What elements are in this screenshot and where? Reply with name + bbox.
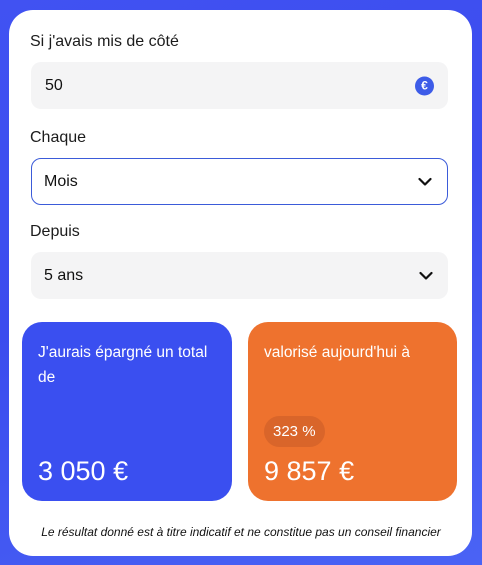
growth-percent-badge: 323 % [264,416,325,447]
duration-select[interactable]: 5 ans [31,252,448,299]
saved-total-amount: 3 050 € [38,456,129,486]
valued-total-amount: 9 857 € [264,456,355,486]
chevron-down-icon [418,177,432,186]
duration-value: 5 ans [44,266,84,284]
saved-total-card: J'aurais épargné un total de 3 050 € [22,322,232,501]
amount-label: Si j'avais mis de côté [30,33,179,50]
frequency-value: Mois [44,172,78,190]
duration-label: Depuis [30,223,80,240]
valued-total-title: valorisé aujourd'hui à [264,344,410,361]
frequency-select[interactable]: Mois [31,158,448,205]
disclaimer-text: Le résultat donné est à titre indicatif … [41,525,441,539]
saved-total-title: J'aurais épargné un total de [38,344,208,386]
frequency-label: Chaque [30,129,87,146]
euro-icon: € [415,76,434,95]
valued-total-card: valorisé aujourd'hui à 323 % 9 857 € [248,322,457,501]
amount-input[interactable]: 50 € [31,62,448,109]
chevron-down-icon [419,271,433,280]
amount-value[interactable]: 50 [45,77,63,95]
